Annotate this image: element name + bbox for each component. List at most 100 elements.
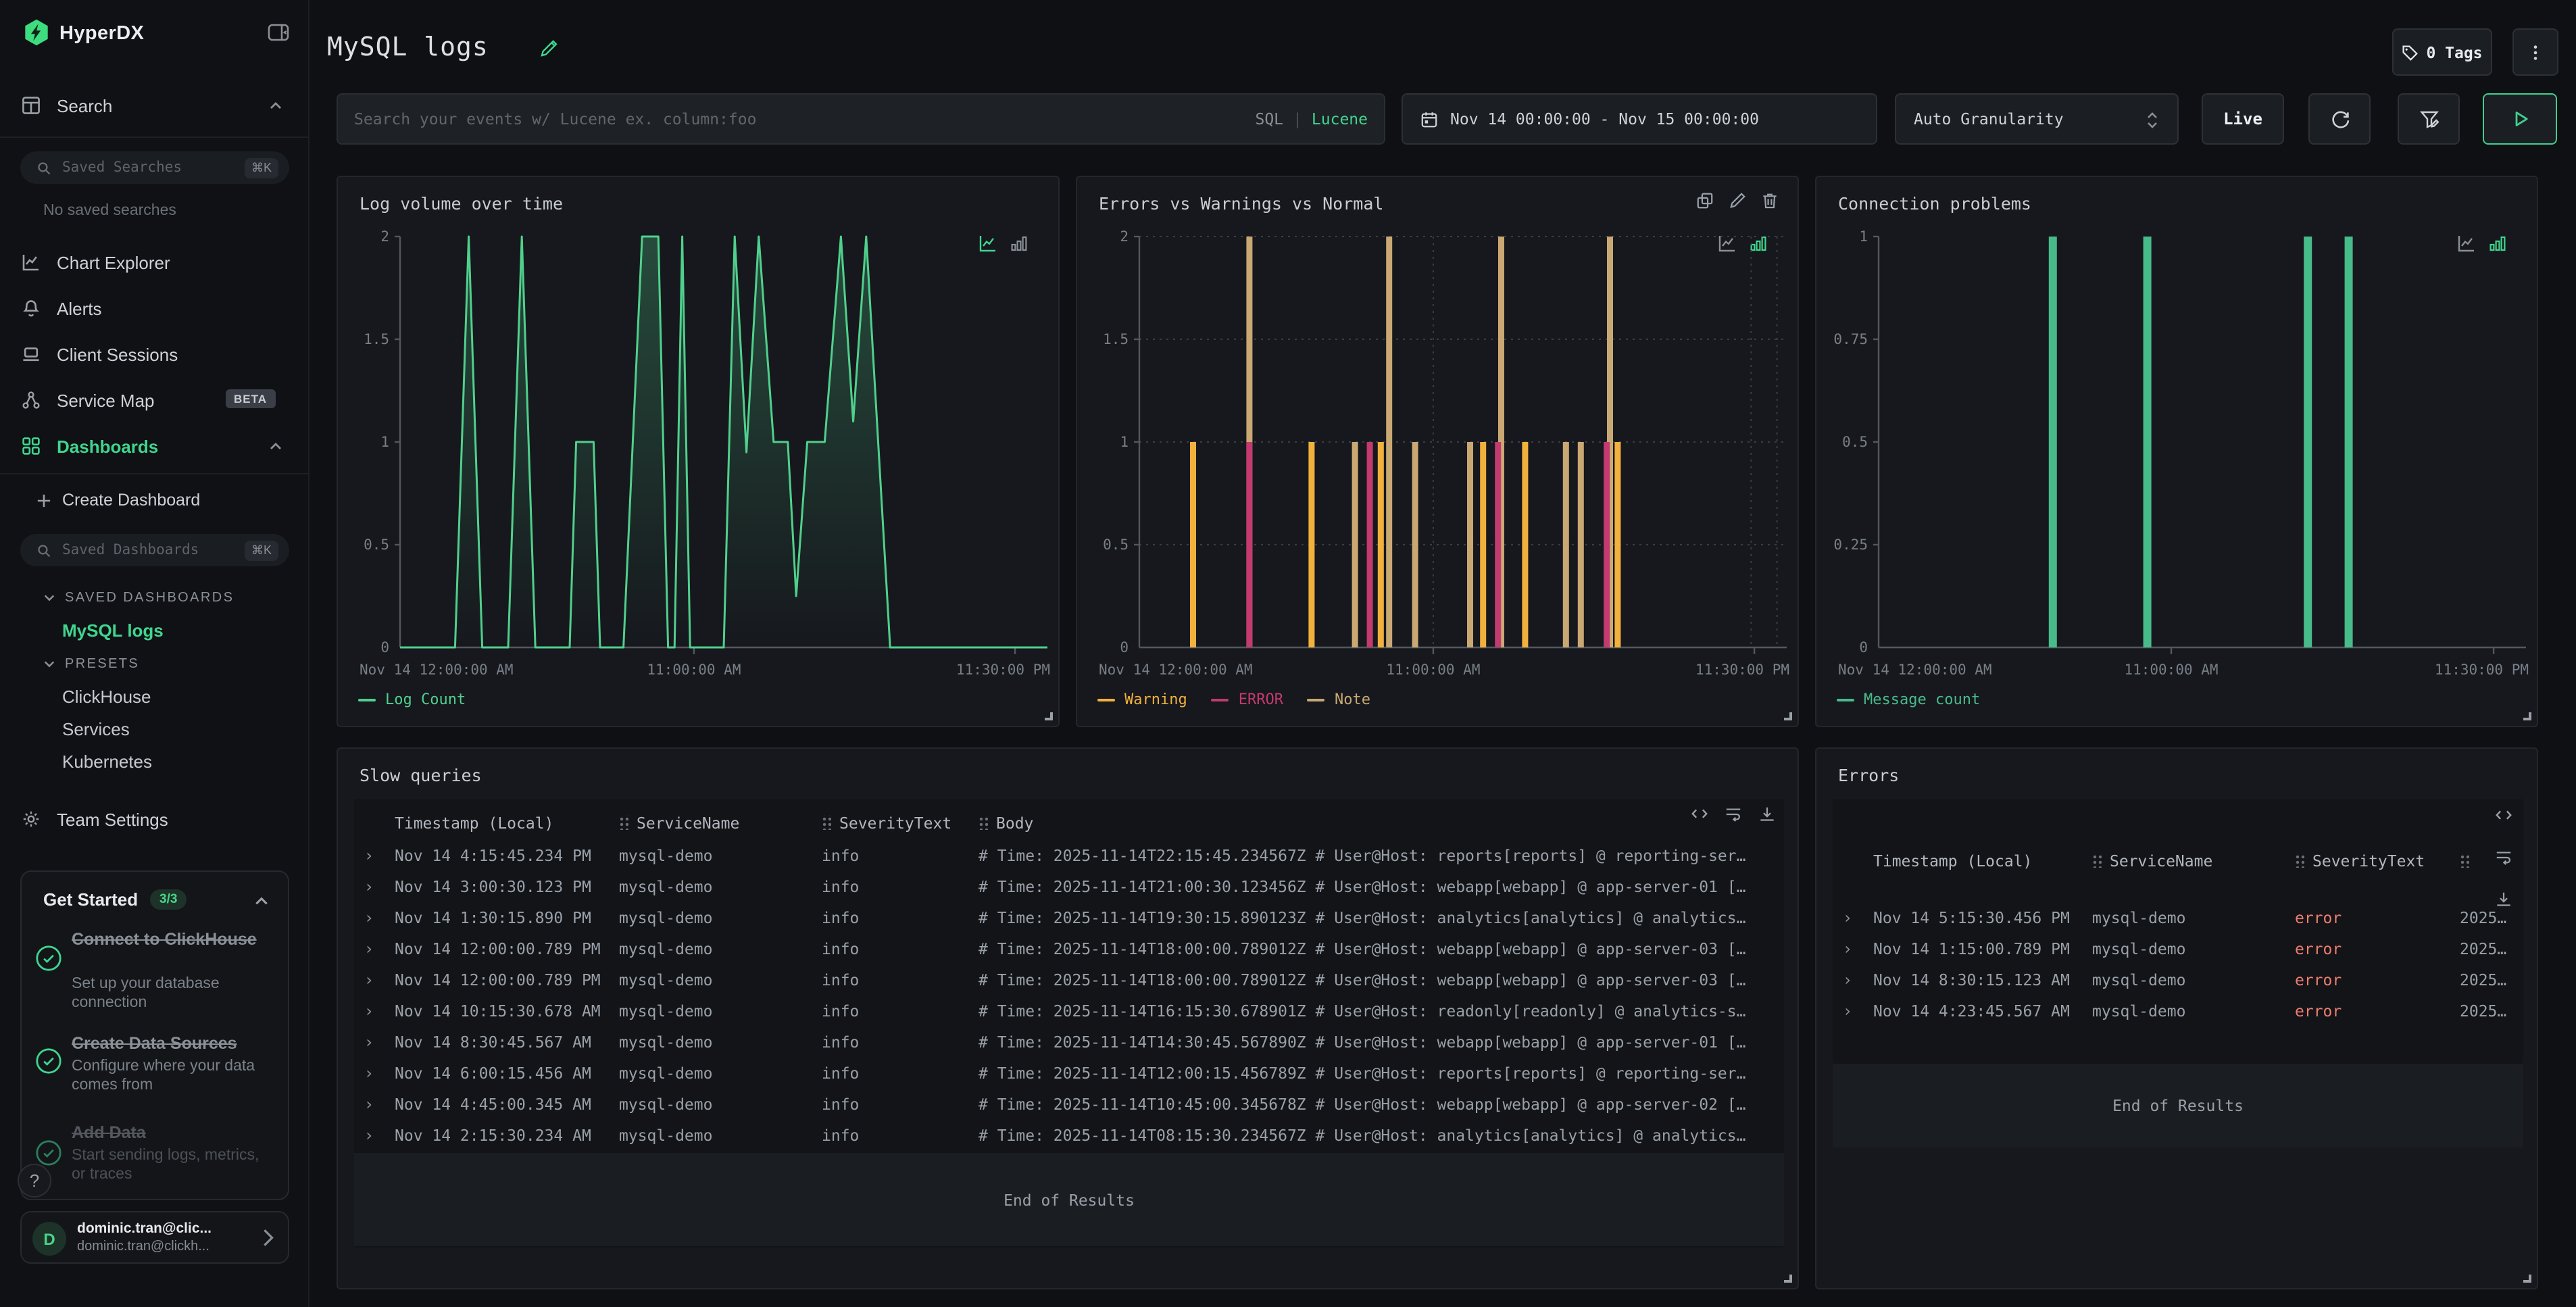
- legend-item[interactable]: Message count: [1837, 691, 1980, 708]
- section-saved-dashboards[interactable]: SAVED DASHBOARDS: [43, 591, 234, 606]
- bar-error[interactable]: [1604, 442, 1610, 647]
- table-row[interactable]: ›Nov 14 12:00:00.789 PMmysql-demoinfo# T…: [354, 964, 1784, 995]
- bar-chart[interactable]: 00.511.52Nov 14 12:00:00 AM11:00:00 AM11…: [1077, 177, 1800, 688]
- bar-message-count[interactable]: [2345, 237, 2353, 647]
- expand-row-icon[interactable]: ›: [354, 1094, 384, 1113]
- refresh-button[interactable]: [2308, 93, 2371, 145]
- bar-error[interactable]: [1246, 442, 1252, 647]
- preset-link-clickhouse[interactable]: ClickHouse: [62, 687, 151, 707]
- sidebar-item-alerts[interactable]: Alerts: [0, 292, 309, 324]
- expand-row-icon[interactable]: ›: [354, 970, 384, 989]
- table-row[interactable]: ›Nov 14 6:00:15.456 AMmysql-demoinfo# Ti…: [354, 1057, 1784, 1088]
- saved-dashboards-field[interactable]: [62, 542, 245, 558]
- create-dashboard-button[interactable]: Create Dashboard: [0, 484, 309, 516]
- code-icon[interactable]: [1691, 806, 1708, 823]
- lucene-mode-toggle[interactable]: Lucene: [1312, 109, 1368, 128]
- table-row[interactable]: ›Nov 14 3:00:30.123 PMmysql-demoinfo# Ti…: [354, 870, 1784, 902]
- expand-row-icon[interactable]: ›: [354, 1063, 384, 1082]
- legend-item[interactable]: Warning: [1097, 691, 1187, 708]
- chevron-up-icon[interactable]: [269, 99, 282, 112]
- table-row[interactable]: ›Nov 14 1:30:15.890 PMmysql-demoinfo# Ti…: [354, 902, 1784, 933]
- expand-row-icon[interactable]: ›: [354, 1032, 384, 1051]
- table-row[interactable]: ›Nov 14 2:15:30.234 AMmysql-demoinfo# Ti…: [354, 1119, 1784, 1150]
- chevron-up-icon[interactable]: [254, 893, 269, 908]
- bar-warning[interactable]: [1190, 442, 1196, 647]
- table-row[interactable]: ›Nov 14 12:00:00.789 PMmysql-demoinfo# T…: [354, 933, 1784, 964]
- expand-row-icon[interactable]: ›: [354, 1125, 384, 1144]
- table-row[interactable]: ›Nov 14 1:15:00.789 PMmysql-demoerror202…: [1833, 933, 2523, 964]
- column-header-body[interactable]: Body: [979, 814, 1784, 833]
- dashboard-menu-button[interactable]: [2512, 28, 2558, 76]
- resize-handle[interactable]: [1045, 712, 1053, 720]
- legend-item[interactable]: Log Count: [358, 691, 466, 708]
- line-chart[interactable]: 00.511.52Nov 14 12:00:00 AM11:00:00 AM11…: [338, 177, 1061, 688]
- event-search-input[interactable]: SQL | Lucene: [337, 93, 1385, 145]
- section-presets[interactable]: PRESETS: [43, 657, 139, 672]
- bar-note[interactable]: [1578, 442, 1584, 647]
- chevron-up-icon[interactable]: [269, 439, 282, 453]
- sql-mode-toggle[interactable]: SQL: [1255, 109, 1283, 128]
- live-button[interactable]: Live: [2202, 93, 2284, 145]
- wrap-lines-icon[interactable]: [1725, 806, 1742, 823]
- bar-chart[interactable]: 00.250.50.751Nov 14 12:00:00 AM11:00:00 …: [1816, 177, 2540, 688]
- bar-note[interactable]: [1563, 442, 1569, 647]
- bar-note[interactable]: [1467, 442, 1473, 647]
- help-button[interactable]: ?: [18, 1164, 51, 1198]
- bar-message-count[interactable]: [2144, 237, 2152, 647]
- granularity-select[interactable]: Auto Granularity: [1895, 93, 2179, 145]
- edit-title-pencil-icon[interactable]: [539, 39, 558, 58]
- resize-handle[interactable]: [1784, 1275, 1792, 1283]
- search-field[interactable]: [354, 109, 1255, 128]
- collapse-sidebar-icon[interactable]: [268, 23, 289, 43]
- run-query-button[interactable]: [2483, 93, 2557, 145]
- table-row[interactable]: ›Nov 14 8:30:15.123 AMmysql-demoerror202…: [1833, 964, 2523, 995]
- bar-warning[interactable]: [1308, 442, 1314, 647]
- sidebar-item-client-sessions[interactable]: Client Sessions: [0, 338, 309, 370]
- bar-warning[interactable]: [1378, 442, 1384, 647]
- bar-warning[interactable]: [1522, 442, 1528, 647]
- bar-message-count[interactable]: [2304, 237, 2312, 647]
- expand-row-icon[interactable]: ›: [354, 877, 384, 895]
- bar-error[interactable]: [1367, 442, 1373, 647]
- sidebar-item-team-settings[interactable]: Team Settings: [0, 803, 309, 835]
- date-range-picker[interactable]: Nov 14 00:00:00 - Nov 15 00:00:00: [1402, 93, 1877, 145]
- resize-handle[interactable]: [1784, 712, 1792, 720]
- expand-row-icon[interactable]: ›: [354, 908, 384, 927]
- column-header-extra[interactable]: [2460, 852, 2523, 870]
- expand-row-icon[interactable]: ›: [354, 845, 384, 864]
- sidebar-item-service-map[interactable]: Service Map BETA: [0, 384, 309, 416]
- saved-searches-input[interactable]: ⌘K: [20, 151, 289, 184]
- sidebar-item-search[interactable]: Search: [0, 89, 309, 122]
- expand-row-icon[interactable]: ›: [1833, 1001, 1862, 1020]
- column-header-severitytext[interactable]: SeverityText: [2295, 852, 2460, 870]
- saved-searches-field[interactable]: [62, 159, 245, 176]
- bar-warning[interactable]: [1480, 442, 1486, 647]
- bar-note[interactable]: [1352, 442, 1358, 647]
- preset-link-kubernetes[interactable]: Kubernetes: [62, 751, 152, 772]
- column-header-timestamp[interactable]: Timestamp (Local): [395, 814, 619, 833]
- saved-dashboards-input[interactable]: ⌘K: [20, 534, 289, 566]
- table-row[interactable]: ›Nov 14 4:23:45.567 AMmysql-demoerror202…: [1833, 995, 2523, 1026]
- table-row[interactable]: ›Nov 14 10:15:30.678 AMmysql-demoinfo# T…: [354, 995, 1784, 1026]
- bar-error[interactable]: [1495, 442, 1501, 647]
- bar-note[interactable]: [1386, 237, 1392, 647]
- bar-note[interactable]: [1412, 442, 1418, 647]
- legend-item[interactable]: ERROR: [1212, 691, 1283, 708]
- expand-row-icon[interactable]: ›: [1833, 970, 1862, 989]
- resize-handle[interactable]: [2523, 1275, 2531, 1283]
- table-row[interactable]: ›Nov 14 4:15:45.234 PMmysql-demoinfo# Ti…: [354, 839, 1784, 870]
- sidebar-item-chart-explorer[interactable]: Chart Explorer: [0, 246, 309, 278]
- sidebar-item-dashboards[interactable]: Dashboards: [0, 430, 309, 462]
- expand-row-icon[interactable]: ›: [1833, 939, 1862, 958]
- resize-handle[interactable]: [2523, 712, 2531, 720]
- column-header-servicename[interactable]: ServiceName: [619, 814, 822, 833]
- preset-link-services[interactable]: Services: [62, 719, 130, 739]
- download-icon[interactable]: [2495, 891, 2512, 908]
- tags-button[interactable]: 0 Tags: [2392, 28, 2492, 76]
- column-header-servicename[interactable]: ServiceName: [2092, 852, 2295, 870]
- table-row[interactable]: ›Nov 14 5:15:30.456 PMmysql-demoerror202…: [1833, 902, 2523, 933]
- bar-message-count[interactable]: [2049, 237, 2057, 647]
- bar-warning[interactable]: [1614, 442, 1620, 647]
- user-menu[interactable]: D dominic.tran@clic... dominic.tran@clic…: [20, 1211, 289, 1264]
- column-header-severitytext[interactable]: SeverityText: [822, 814, 979, 833]
